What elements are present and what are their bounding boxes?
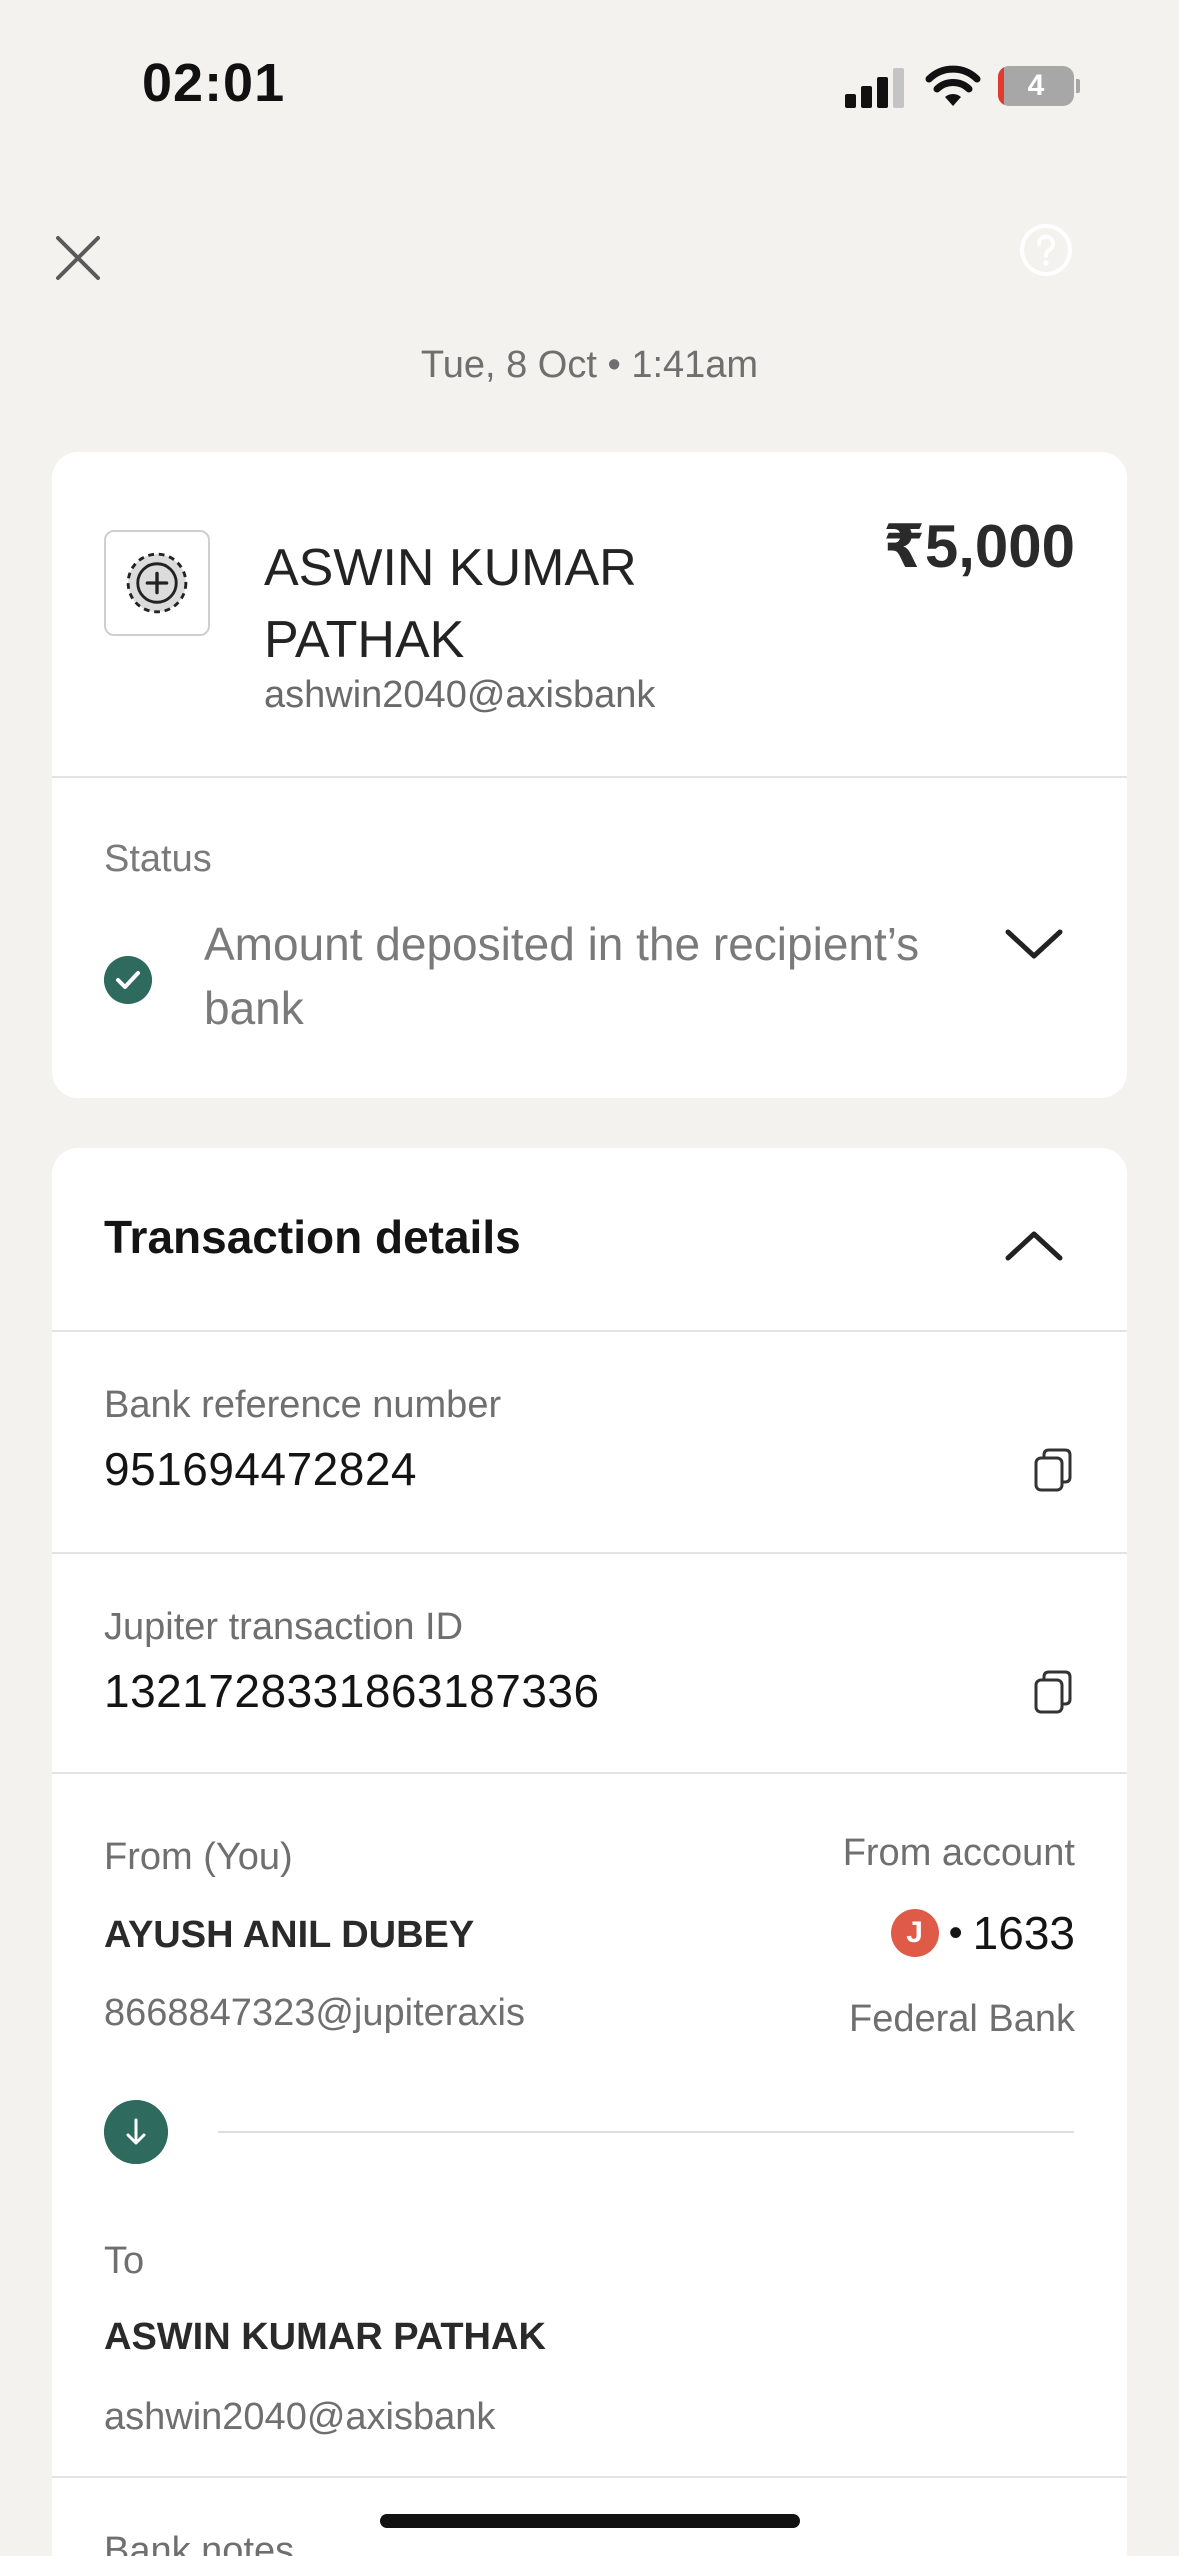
recipient-upi-id: ashwin2040@axisbank (264, 674, 656, 716)
wifi-icon (925, 65, 981, 106)
arrow-down-icon (104, 2100, 168, 2164)
transaction-datetime: Tue, 8 Oct • 1:41am (420, 344, 759, 386)
payment-amount: ₹5,000 (883, 513, 1075, 580)
chevron-up-icon[interactable] (1002, 1214, 1066, 1278)
divider (52, 776, 1127, 778)
to-upi-id: ashwin2040@axisbank (104, 2396, 496, 2438)
copy-icon[interactable] (1030, 1668, 1078, 1716)
status-bar: 02:01 4 (0, 0, 1179, 160)
help-icon[interactable] (1018, 222, 1074, 278)
chevron-down-icon[interactable] (1002, 912, 1066, 976)
bank-reference-label: Bank reference number (104, 1384, 502, 1426)
transaction-details-card: Transaction details Bank reference numbe… (52, 1148, 1127, 2556)
recipient-name: ASWIN KUMAR PATHAK (264, 539, 637, 669)
battery-level: 4 (1027, 69, 1045, 102)
transaction-details-title: Transaction details (104, 1211, 521, 1263)
from-account-label: From account (842, 1832, 1075, 1874)
recipient-avatar[interactable] (104, 530, 210, 636)
payment-summary-card: ASWIN KUMAR PATHAK ashwin2040@axisbank ₹… (52, 452, 1127, 1098)
bank-name: Federal Bank (848, 1998, 1075, 2040)
success-check-icon (104, 956, 152, 1004)
status-label: Status (104, 838, 212, 880)
to-label: To (104, 2240, 145, 2282)
bank-notes-label: Bank notes (104, 2530, 295, 2556)
battery-icon: 4 (998, 66, 1080, 106)
jupiter-transaction-id-label: Jupiter transaction ID (104, 1606, 464, 1648)
status-text: Amount deposited in the recipient’s bank (204, 918, 920, 1034)
cellular-signal-icon (845, 66, 905, 108)
from-name: AYUSH ANIL DUBEY (104, 1914, 475, 1956)
bank-reference-value: 951694472824 (104, 1443, 417, 1495)
divider (52, 2476, 1127, 2478)
account-dot: • (948, 1910, 963, 1955)
flow-divider (218, 2131, 1074, 2133)
bank-logo-icon: J (890, 1909, 939, 1957)
add-contact-icon (126, 552, 188, 614)
close-icon[interactable] (50, 230, 106, 286)
jupiter-transaction-id-value: 1321728331863187336 (104, 1665, 600, 1717)
from-account-row: J • 1633 (890, 1907, 1075, 1959)
to-name: ASWIN KUMAR PATHAK (104, 2316, 546, 2358)
divider (52, 1772, 1127, 1774)
copy-icon[interactable] (1030, 1446, 1078, 1494)
account-last4: 1633 (972, 1907, 1075, 1959)
from-label: From (You) (104, 1836, 293, 1878)
from-upi-id: 8668847323@jupiteraxis (104, 1992, 525, 2034)
home-indicator[interactable] (380, 2514, 800, 2528)
divider (52, 1552, 1127, 1554)
status-time: 02:01 (142, 53, 286, 113)
divider (52, 1330, 1127, 1332)
